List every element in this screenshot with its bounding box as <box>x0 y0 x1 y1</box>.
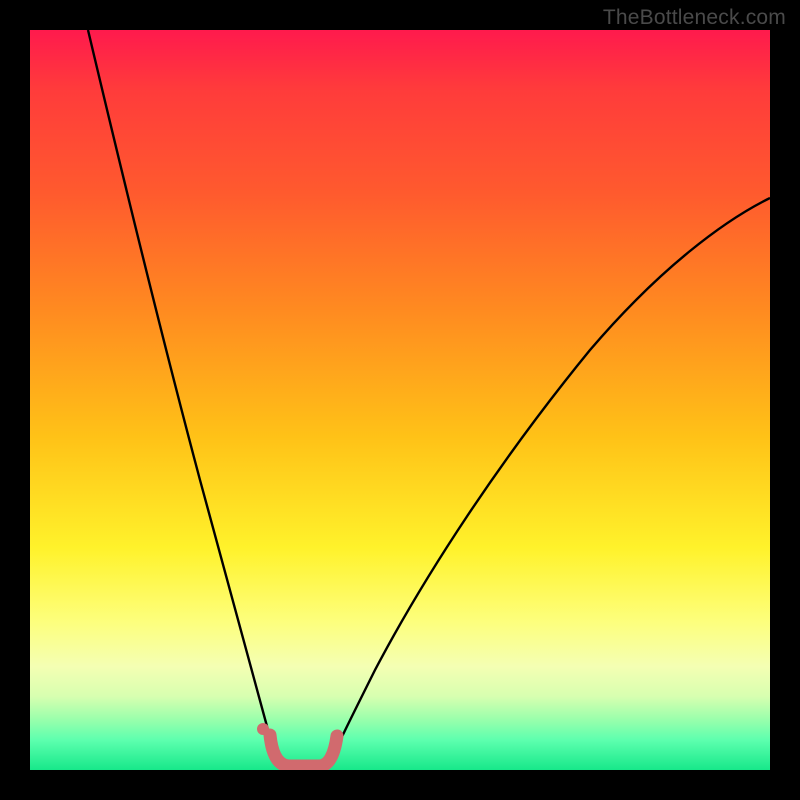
valley-dot <box>257 723 269 735</box>
watermark-text: TheBottleneck.com <box>603 6 786 30</box>
curve-right <box>328 198 770 768</box>
curve-left <box>88 30 280 768</box>
curve-svg <box>30 30 770 770</box>
plot-area <box>30 30 770 770</box>
valley-highlight <box>270 735 337 766</box>
chart-frame: TheBottleneck.com <box>0 0 800 800</box>
